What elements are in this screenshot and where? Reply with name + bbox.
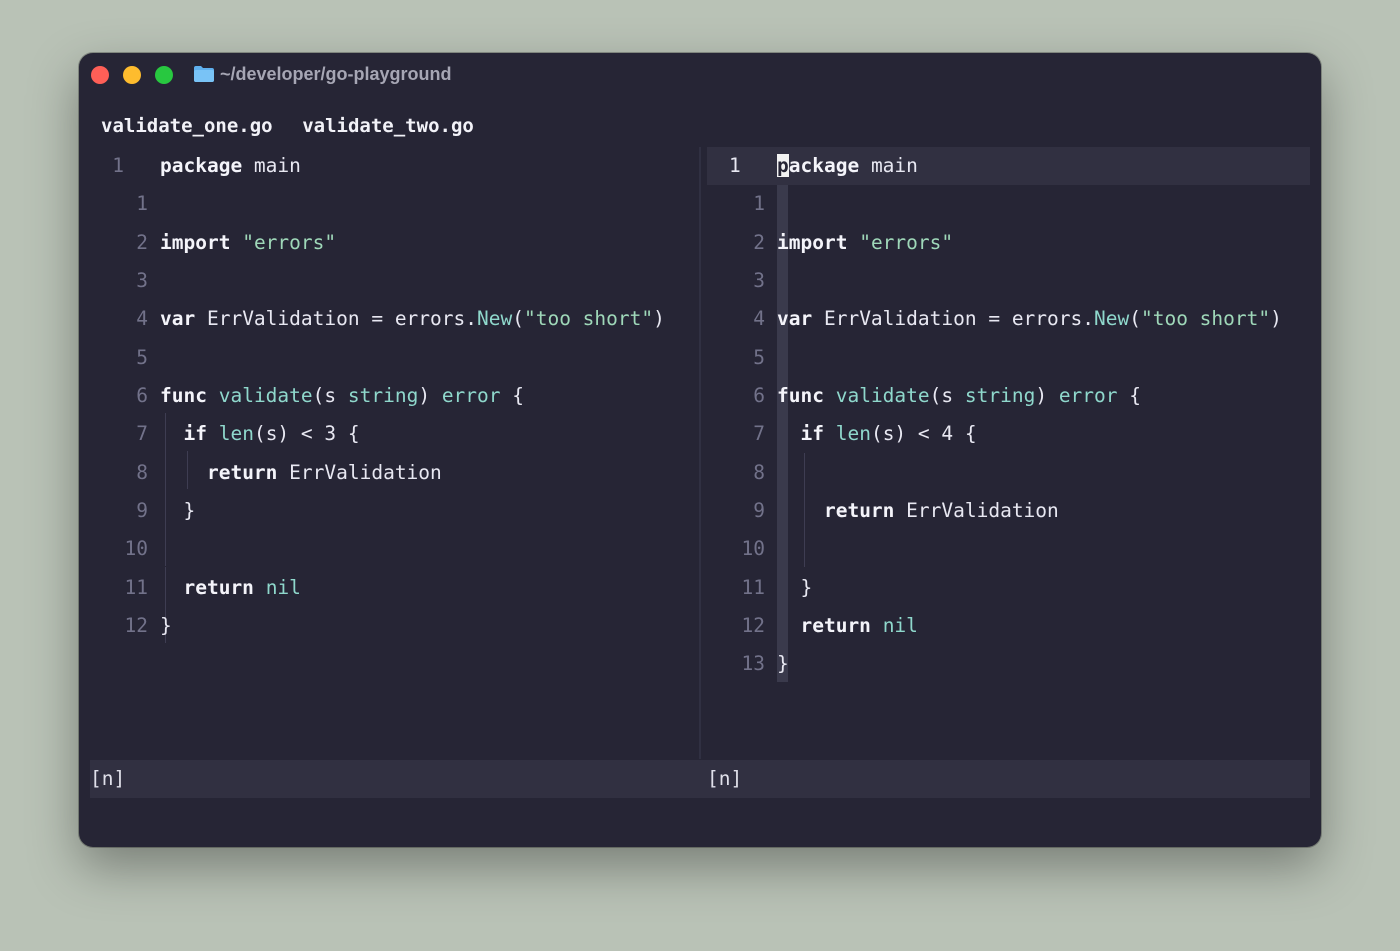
code-line[interactable]: 8 <box>707 454 1310 492</box>
code-line[interactable]: 6 func validate(s string) error { <box>90 377 690 415</box>
code-line[interactable]: 9 } <box>90 492 690 530</box>
line-number: 6 <box>136 384 148 407</box>
tab-validate-two[interactable]: validate_two.go <box>302 115 474 137</box>
line-number: 13 <box>741 652 765 675</box>
code-line[interactable]: 10 <box>90 530 690 568</box>
title-bar: ~/developer/go-playground <box>79 53 1321 99</box>
line-number: 5 <box>753 346 765 369</box>
code-text: } <box>160 499 196 522</box>
line-number: 1 <box>136 192 148 215</box>
code-text: var ErrValidation = errors.New("too shor… <box>160 307 665 330</box>
line-number: 6 <box>753 384 765 407</box>
line-number: 1 <box>753 192 765 215</box>
status-bar: [n] [n] <box>90 760 1310 798</box>
line-number: 4 <box>753 307 765 330</box>
code-line[interactable]: 3 <box>707 262 1310 300</box>
code-line-current[interactable]: 1 package main <box>707 147 1310 185</box>
text-cursor: p <box>777 154 789 177</box>
code-text: if len(s) < 4 { <box>800 422 977 445</box>
line-number: 9 <box>753 499 765 522</box>
code-line[interactable]: 1 package main <box>90 147 690 185</box>
line-number: 7 <box>753 422 765 445</box>
code-line[interactable]: 5 <box>707 339 1310 377</box>
line-number: 3 <box>136 269 148 292</box>
code-line[interactable]: 9 return ErrValidation <box>707 492 1310 530</box>
line-number: 10 <box>124 537 148 560</box>
code-line[interactable]: 5 <box>90 339 690 377</box>
code-line[interactable]: 3 <box>90 262 690 300</box>
line-number: 9 <box>136 499 148 522</box>
code-text: return ErrValidation <box>823 499 1059 522</box>
line-number: 4 <box>136 307 148 330</box>
code-line[interactable]: 8 return ErrValidation <box>90 454 690 492</box>
code-line[interactable]: 1 <box>90 185 690 223</box>
code-line[interactable]: 4 var ErrValidation = errors.New("too sh… <box>707 300 1310 338</box>
line-number: 7 <box>136 422 148 445</box>
tab-bar: validate_one.go validate_two.go <box>101 115 494 145</box>
code-line[interactable]: 6 func validate(s string) error { <box>707 377 1310 415</box>
code-text: package main <box>160 154 301 177</box>
code-line[interactable]: 11 } <box>707 569 1310 607</box>
line-number: 8 <box>136 461 148 484</box>
code-text: var ErrValidation = errors.New("too shor… <box>777 307 1282 330</box>
tab-validate-one[interactable]: validate_one.go <box>101 115 273 137</box>
close-button[interactable] <box>91 66 109 84</box>
editor-pane-right[interactable]: 1 package main 1 2 import "errors" 3 4 v… <box>707 147 1310 759</box>
code-line[interactable]: 7 if len(s) < 4 { <box>707 415 1310 453</box>
pane-divider[interactable] <box>699 147 701 759</box>
status-right: [n] <box>707 767 743 790</box>
code-line[interactable]: 13 } <box>707 645 1310 683</box>
code-text: } <box>777 576 813 599</box>
terminal-window: ~/developer/go-playground validate_one.g… <box>79 53 1321 847</box>
line-number: 5 <box>136 346 148 369</box>
code-line[interactable]: 2 import "errors" <box>90 224 690 262</box>
line-number: 1 <box>729 154 741 177</box>
code-text: } <box>777 652 789 675</box>
window-title: ~/developer/go-playground <box>220 64 452 84</box>
code-text: return ErrValidation <box>206 461 442 484</box>
line-number: 12 <box>124 614 148 637</box>
line-number: 3 <box>753 269 765 292</box>
code-text: import "errors" <box>777 231 954 254</box>
editor-pane-left[interactable]: 1 package main 1 2 import "errors" 3 4 v… <box>90 147 690 759</box>
code-line[interactable]: 10 <box>707 530 1310 568</box>
code-text: func validate(s string) error { <box>777 384 1141 407</box>
code-text: func validate(s string) error { <box>160 384 524 407</box>
code-text: return nil <box>800 614 918 637</box>
code-text: return nil <box>183 576 301 599</box>
line-number: 1 <box>112 154 124 177</box>
code-text: package main <box>777 154 918 177</box>
line-number: 2 <box>753 231 765 254</box>
line-number: 12 <box>741 614 765 637</box>
line-number: 11 <box>741 576 765 599</box>
code-line[interactable]: 12 } <box>90 607 690 645</box>
folder-icon <box>194 66 214 82</box>
code-line[interactable]: 4 var ErrValidation = errors.New("too sh… <box>90 300 690 338</box>
line-number: 11 <box>124 576 148 599</box>
code-line[interactable]: 1 <box>707 185 1310 223</box>
line-number: 10 <box>741 537 765 560</box>
code-text: } <box>160 614 172 637</box>
minimize-button[interactable] <box>123 66 141 84</box>
code-line[interactable]: 12 return nil <box>707 607 1310 645</box>
code-text: import "errors" <box>160 231 337 254</box>
line-number: 8 <box>753 461 765 484</box>
code-line[interactable]: 7 if len(s) < 3 { <box>90 415 690 453</box>
zoom-button[interactable] <box>155 66 173 84</box>
code-text: if len(s) < 3 { <box>183 422 360 445</box>
line-number: 2 <box>136 231 148 254</box>
code-line[interactable]: 11 return nil <box>90 569 690 607</box>
status-left: [n] <box>90 767 126 790</box>
code-line[interactable]: 2 import "errors" <box>707 224 1310 262</box>
